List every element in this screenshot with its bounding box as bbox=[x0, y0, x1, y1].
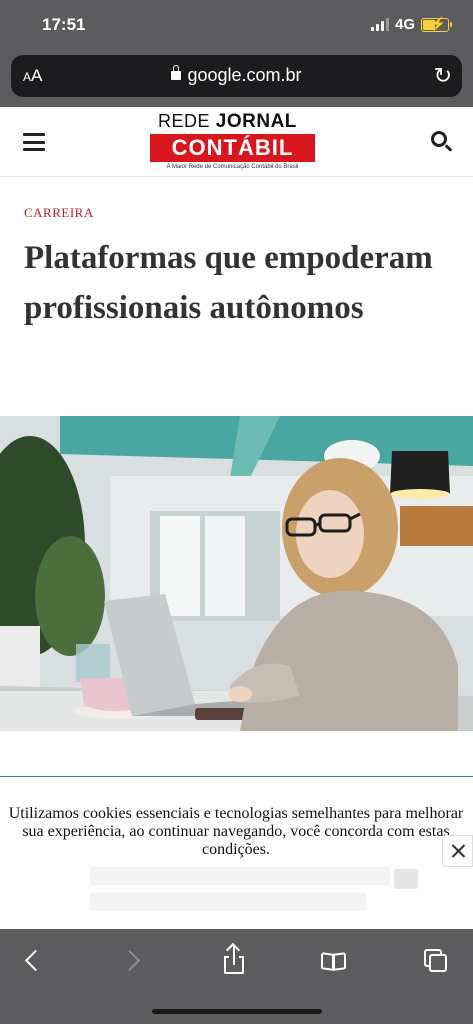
faded-content-placeholder bbox=[90, 867, 390, 922]
faded-ad-chip bbox=[394, 869, 418, 889]
close-icon[interactable] bbox=[442, 835, 473, 867]
share-icon[interactable] bbox=[214, 942, 254, 979]
browser-toolbar bbox=[0, 929, 473, 1024]
cellular-signal-icon bbox=[370, 18, 389, 31]
site-header: REDE JORNAL CONTÁBIL A Maior Rede de Com… bbox=[0, 107, 473, 177]
logo-tagline: A Maior Rede de Comunicação Contábil do … bbox=[166, 164, 299, 170]
logo-main-word: CONTÁBIL bbox=[150, 134, 315, 162]
site-logo[interactable]: REDE JORNAL CONTÁBIL A Maior Rede de Com… bbox=[150, 111, 315, 175]
article-category[interactable]: CARREIRA bbox=[24, 205, 94, 221]
address-bar[interactable]: AA google.com.br ↻ bbox=[11, 55, 462, 97]
back-icon[interactable] bbox=[14, 943, 54, 979]
network-type: 4G bbox=[394, 16, 415, 33]
status-indicators: 4G ⚡ bbox=[370, 15, 452, 33]
reload-icon[interactable]: ↻ bbox=[434, 63, 452, 89]
article-headline: Plataformas que empoderam profissionais … bbox=[24, 240, 433, 326]
url-text: google.com.br bbox=[187, 65, 302, 85]
hero-photo bbox=[0, 416, 473, 731]
cookie-banner-text: Utilizamos cookies essenciais e tecnolog… bbox=[8, 805, 464, 858]
bookmarks-icon[interactable] bbox=[314, 943, 354, 979]
home-indicator[interactable] bbox=[152, 1009, 322, 1014]
search-icon[interactable] bbox=[431, 131, 447, 147]
cookie-banner-border bbox=[0, 776, 473, 777]
url-display[interactable]: google.com.br bbox=[11, 65, 462, 86]
forward-icon[interactable] bbox=[114, 943, 154, 979]
status-bar: 17:51 4G ⚡ bbox=[0, 0, 473, 54]
article-hero-image bbox=[0, 416, 473, 731]
charging-bolt-icon: ⚡ bbox=[430, 15, 447, 31]
lock-icon bbox=[171, 65, 182, 80]
logo-top-line: REDE JORNAL bbox=[158, 111, 297, 132]
hamburger-menu-icon[interactable] bbox=[23, 133, 45, 151]
battery-icon: ⚡ bbox=[421, 15, 452, 32]
status-time: 17:51 bbox=[42, 15, 86, 34]
tabs-icon[interactable] bbox=[414, 943, 454, 979]
web-page: REDE JORNAL CONTÁBIL A Maior Rede de Com… bbox=[0, 107, 473, 929]
